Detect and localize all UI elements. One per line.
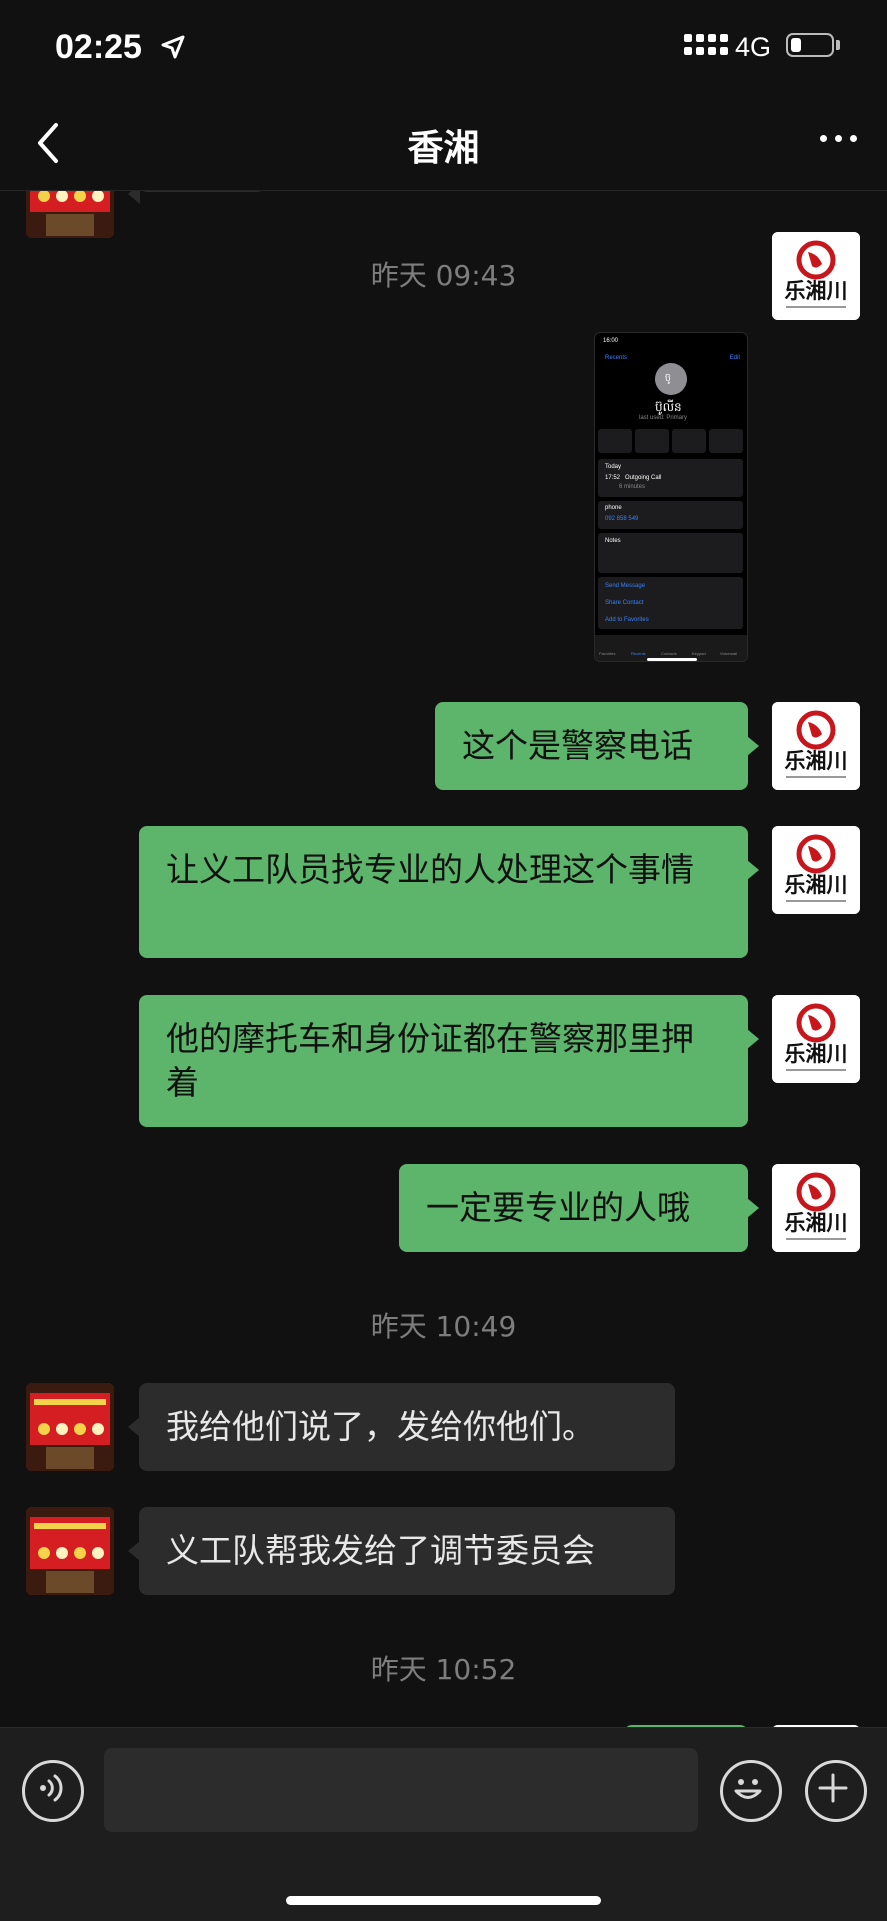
timestamp: 昨天 10:49 (370, 1310, 517, 1343)
message-bubble-incoming[interactable]: 义工队帮我发给了调节委员会 (128, 1507, 675, 1595)
contact-avatar[interactable] (26, 190, 114, 238)
battery-icon (786, 33, 834, 57)
message-bubble-outgoing[interactable]: 这个是警察电话 (435, 702, 759, 790)
chat-area[interactable]: 昨天 09:43 16:00 Recents Edit ប៊ូ ប៊ូលីន l… (0, 190, 887, 1727)
status-time: 02:25 (55, 28, 142, 66)
voice-icon (40, 1774, 63, 1802)
svg-text:乐湘川: 乐湘川 (785, 1042, 848, 1066)
emoji-icon (734, 1779, 762, 1799)
network-type: 4G (735, 32, 772, 62)
svg-text:乐湘川: 乐湘川 (785, 749, 848, 773)
timestamp: 昨天 09:43 (370, 259, 517, 292)
plus-icon (818, 1773, 848, 1803)
my-avatar[interactable]: 乐湘川 (772, 995, 860, 1083)
contact-avatar[interactable] (26, 1507, 114, 1595)
battery-tip (836, 40, 840, 50)
emoji-button[interactable] (720, 1760, 782, 1822)
more-actions-button[interactable] (805, 1760, 867, 1822)
my-avatar[interactable]: 乐湘川 (772, 702, 860, 790)
message-bubble-outgoing[interactable]: 让义工队员找专业的人处理这个事情 (139, 826, 759, 958)
svg-text:乐湘川: 乐湘川 (785, 873, 848, 897)
my-avatar[interactable]: 乐湘川 (772, 826, 860, 914)
signal-icon (684, 34, 728, 55)
chat-title: 香湘 (407, 128, 480, 169)
message-bubble-incoming[interactable]: 我给他们说了，发给你他们。 (128, 1383, 675, 1471)
input-bar (0, 1727, 887, 1921)
message-bubble-outgoing[interactable]: 他的摩托车和身份证都在警察那里押着 (139, 995, 759, 1127)
location-arrow-icon (161, 35, 185, 59)
voice-input-button[interactable] (22, 1760, 84, 1822)
contact-avatar[interactable] (26, 1383, 114, 1471)
nav-bar: 香湘 (0, 95, 887, 191)
my-avatar[interactable]: 乐湘川 (772, 232, 860, 320)
svg-text:乐湘川: 乐湘川 (785, 279, 848, 303)
timestamp: 昨天 10:52 (370, 1653, 517, 1686)
message-input[interactable] (104, 1748, 698, 1832)
more-options-icon[interactable] (820, 135, 857, 142)
message-bubble-outgoing[interactable]: 一定要专业的人哦 (399, 1164, 759, 1252)
status-bar: 02:25 4G (0, 0, 887, 95)
contact-screenshot-image[interactable]: 16:00 Recents Edit ប៊ូ ប៊ូលីន last used:… (594, 332, 748, 662)
svg-text:乐湘川: 乐湘川 (785, 1211, 848, 1235)
my-avatar[interactable]: 乐湘川 (772, 1164, 860, 1252)
home-indicator (286, 1896, 601, 1905)
